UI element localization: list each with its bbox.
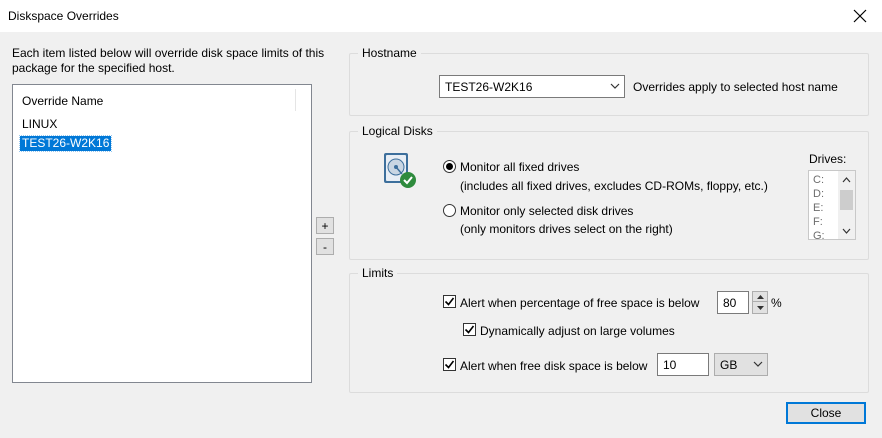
free-unit-select[interactable]: GB [714,353,768,376]
group-label-hostname: Hostname [358,46,421,60]
window-title: Diskspace Overrides [8,9,119,23]
checkbox-dynamic-adjust[interactable] [463,323,476,336]
chevron-up-icon[interactable] [838,171,855,188]
pct-unit: % [771,296,782,310]
check-icon [444,297,455,306]
close-button[interactable]: Close [786,402,866,424]
group-label-logical-disks: Logical Disks [358,124,437,138]
list-item[interactable]: LINUX [20,117,59,132]
hard-disk-check-icon [384,153,416,188]
remove-override-button[interactable]: - [316,238,334,255]
drive-item[interactable]: C: [813,174,824,187]
free-alert-input-wrap[interactable] [657,353,709,376]
chevron-down-icon [753,361,763,367]
check-icon [444,360,455,369]
checkbox-free-alert[interactable] [443,358,456,371]
drives-label: Drives: [809,152,847,166]
check-icon [464,325,475,334]
label-monitor-all-drives: Monitor all fixed drives [460,160,580,174]
chevron-down-icon [610,83,620,89]
spin-down-icon[interactable] [753,303,767,313]
drives-list[interactable]: C: D: E: F: G: [808,170,856,240]
pct-alert-input-wrap[interactable] [717,291,749,314]
pct-alert-spinner[interactable] [752,291,768,314]
label-dynamic-adjust: Dynamically adjust on large volumes [480,324,675,338]
drive-item[interactable]: G: [813,230,825,239]
list-header[interactable]: Override Name [13,85,311,113]
label-pct-alert: Alert when percentage of free space is b… [460,296,700,310]
close-window-icon[interactable] [838,0,882,32]
free-unit-value: GB [720,358,738,372]
list-item-selected[interactable]: TEST26-W2K16 [18,135,113,152]
hostname-select[interactable]: TEST26-W2K16 [439,75,625,98]
drive-item[interactable]: E: [813,202,823,215]
drive-item[interactable]: F: [813,216,823,229]
radio-monitor-all-drives[interactable] [443,160,456,173]
column-header-override-name: Override Name [22,94,104,108]
chevron-down-icon[interactable] [838,222,855,239]
radio-monitor-selected-drives[interactable] [443,204,456,217]
sub-monitor-selected-drives: (only monitors drives select on the righ… [460,222,673,236]
label-free-alert: Alert when free disk space is below [460,359,648,373]
free-alert-input[interactable] [658,354,708,375]
sub-monitor-all-drives: (includes all fixed drives, excludes CD-… [460,179,768,193]
label-monitor-selected-drives: Monitor only selected disk drives [460,204,634,218]
intro-text: Each item listed below will override dis… [12,46,325,75]
title-bar: Diskspace Overrides [0,0,882,32]
column-separator [295,89,296,111]
add-override-button[interactable]: + [316,217,334,234]
logical-disks-group: Logical Disks [349,124,869,260]
drive-item[interactable]: D: [813,188,824,201]
pct-alert-input[interactable] [718,292,748,313]
checkbox-pct-alert[interactable] [443,295,456,308]
group-label-limits: Limits [358,266,398,280]
override-list[interactable]: Override Name LINUX TEST26-W2K16 [12,84,312,383]
hostname-note: Overrides apply to selected host name [633,80,838,94]
scroll-thumb[interactable] [840,190,853,210]
spin-up-icon[interactable] [753,292,767,302]
hostname-value: TEST26-W2K16 [445,80,533,94]
drives-scrollbar[interactable] [838,171,855,239]
